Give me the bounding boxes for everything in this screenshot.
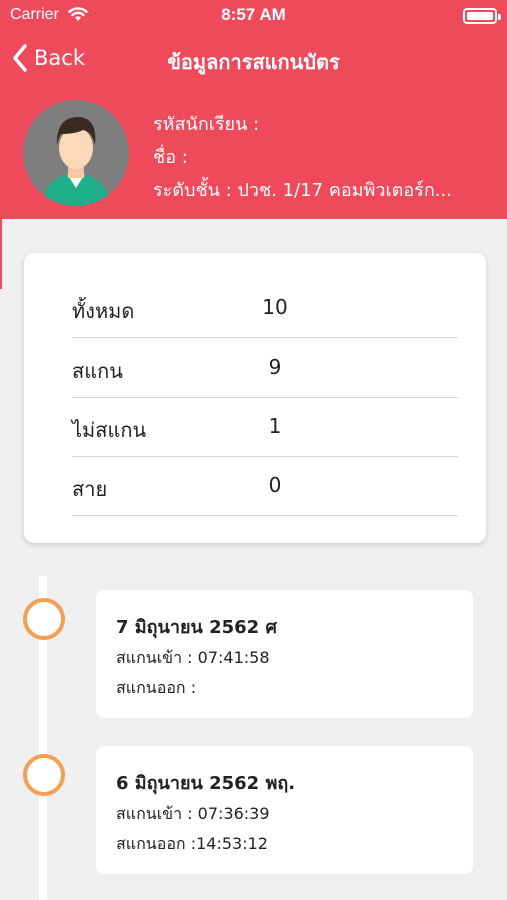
- summary-label: สแกน: [72, 359, 123, 383]
- timeline-entry[interactable]: 6 มิถุนายน 2562 พฤ. สแกนเข้า : 07:36:39 …: [96, 746, 473, 874]
- summary-row-late: สาย 0: [72, 457, 458, 516]
- status-bar: Carrier 8:57 AM: [0, 0, 507, 30]
- timeline-node-icon: [23, 598, 65, 640]
- summary-card: ทั้งหมด 10 สแกน 9 ไม่สแกน 1 สาย 0: [24, 253, 486, 543]
- summary-value: 0: [268, 473, 282, 497]
- entry-scan-out: สแกนออก :: [116, 678, 197, 697]
- battery-icon: [463, 8, 501, 24]
- page-title: ข้อมูลการสแกนบัตร: [167, 50, 340, 74]
- summary-row-not-scanned: ไม่สแกน 1: [72, 398, 458, 457]
- summary-row-total: ทั้งหมด 10: [72, 279, 458, 338]
- clock: 8:57 AM: [221, 5, 286, 24]
- summary-label: ไม่สแกน: [72, 418, 147, 442]
- timeline-node-icon: [23, 754, 65, 796]
- timeline-entry[interactable]: 7 มิถุนายน 2562 ศ สแกนเข้า : 07:41:58 สแ…: [96, 590, 473, 718]
- entry-scan-in: สแกนเข้า : 07:41:58: [116, 648, 270, 667]
- student-info: รหัสนักเรียน : ชื่อ : ระดับชั้น : ปวช. 1…: [153, 108, 493, 207]
- summary-row-scanned: สแกน 9: [72, 339, 458, 398]
- entry-date: 7 มิถุนายน 2562 ศ: [116, 617, 277, 638]
- summary-value: 1: [268, 414, 282, 438]
- summary-value: 10: [262, 295, 288, 319]
- entry-scan-in: สแกนเข้า : 07:36:39: [116, 804, 270, 823]
- summary-label: สาย: [72, 477, 108, 501]
- student-id-label: รหัสนักเรียน :: [153, 114, 260, 135]
- accent-strip: [0, 219, 2, 289]
- user-avatar-icon: [23, 100, 129, 206]
- entry-date: 6 มิถุนายน 2562 พฤ.: [116, 773, 296, 794]
- entry-scan-out: สแกนออก :14:53:12: [116, 834, 268, 853]
- student-level-label: ระดับชั้น : ปวช. 1/17 คอมพิวเตอร์ก...: [153, 180, 452, 201]
- student-name-label: ชื่อ :: [153, 147, 188, 168]
- header: Carrier 8:57 AM Back ข้อมูลการสแกนบัตร ร…: [0, 0, 507, 219]
- navigation-bar: Back ข้อมูลการสแกนบัตร: [0, 36, 507, 80]
- summary-label: ทั้งหมด: [72, 299, 135, 323]
- summary-value: 9: [268, 355, 282, 379]
